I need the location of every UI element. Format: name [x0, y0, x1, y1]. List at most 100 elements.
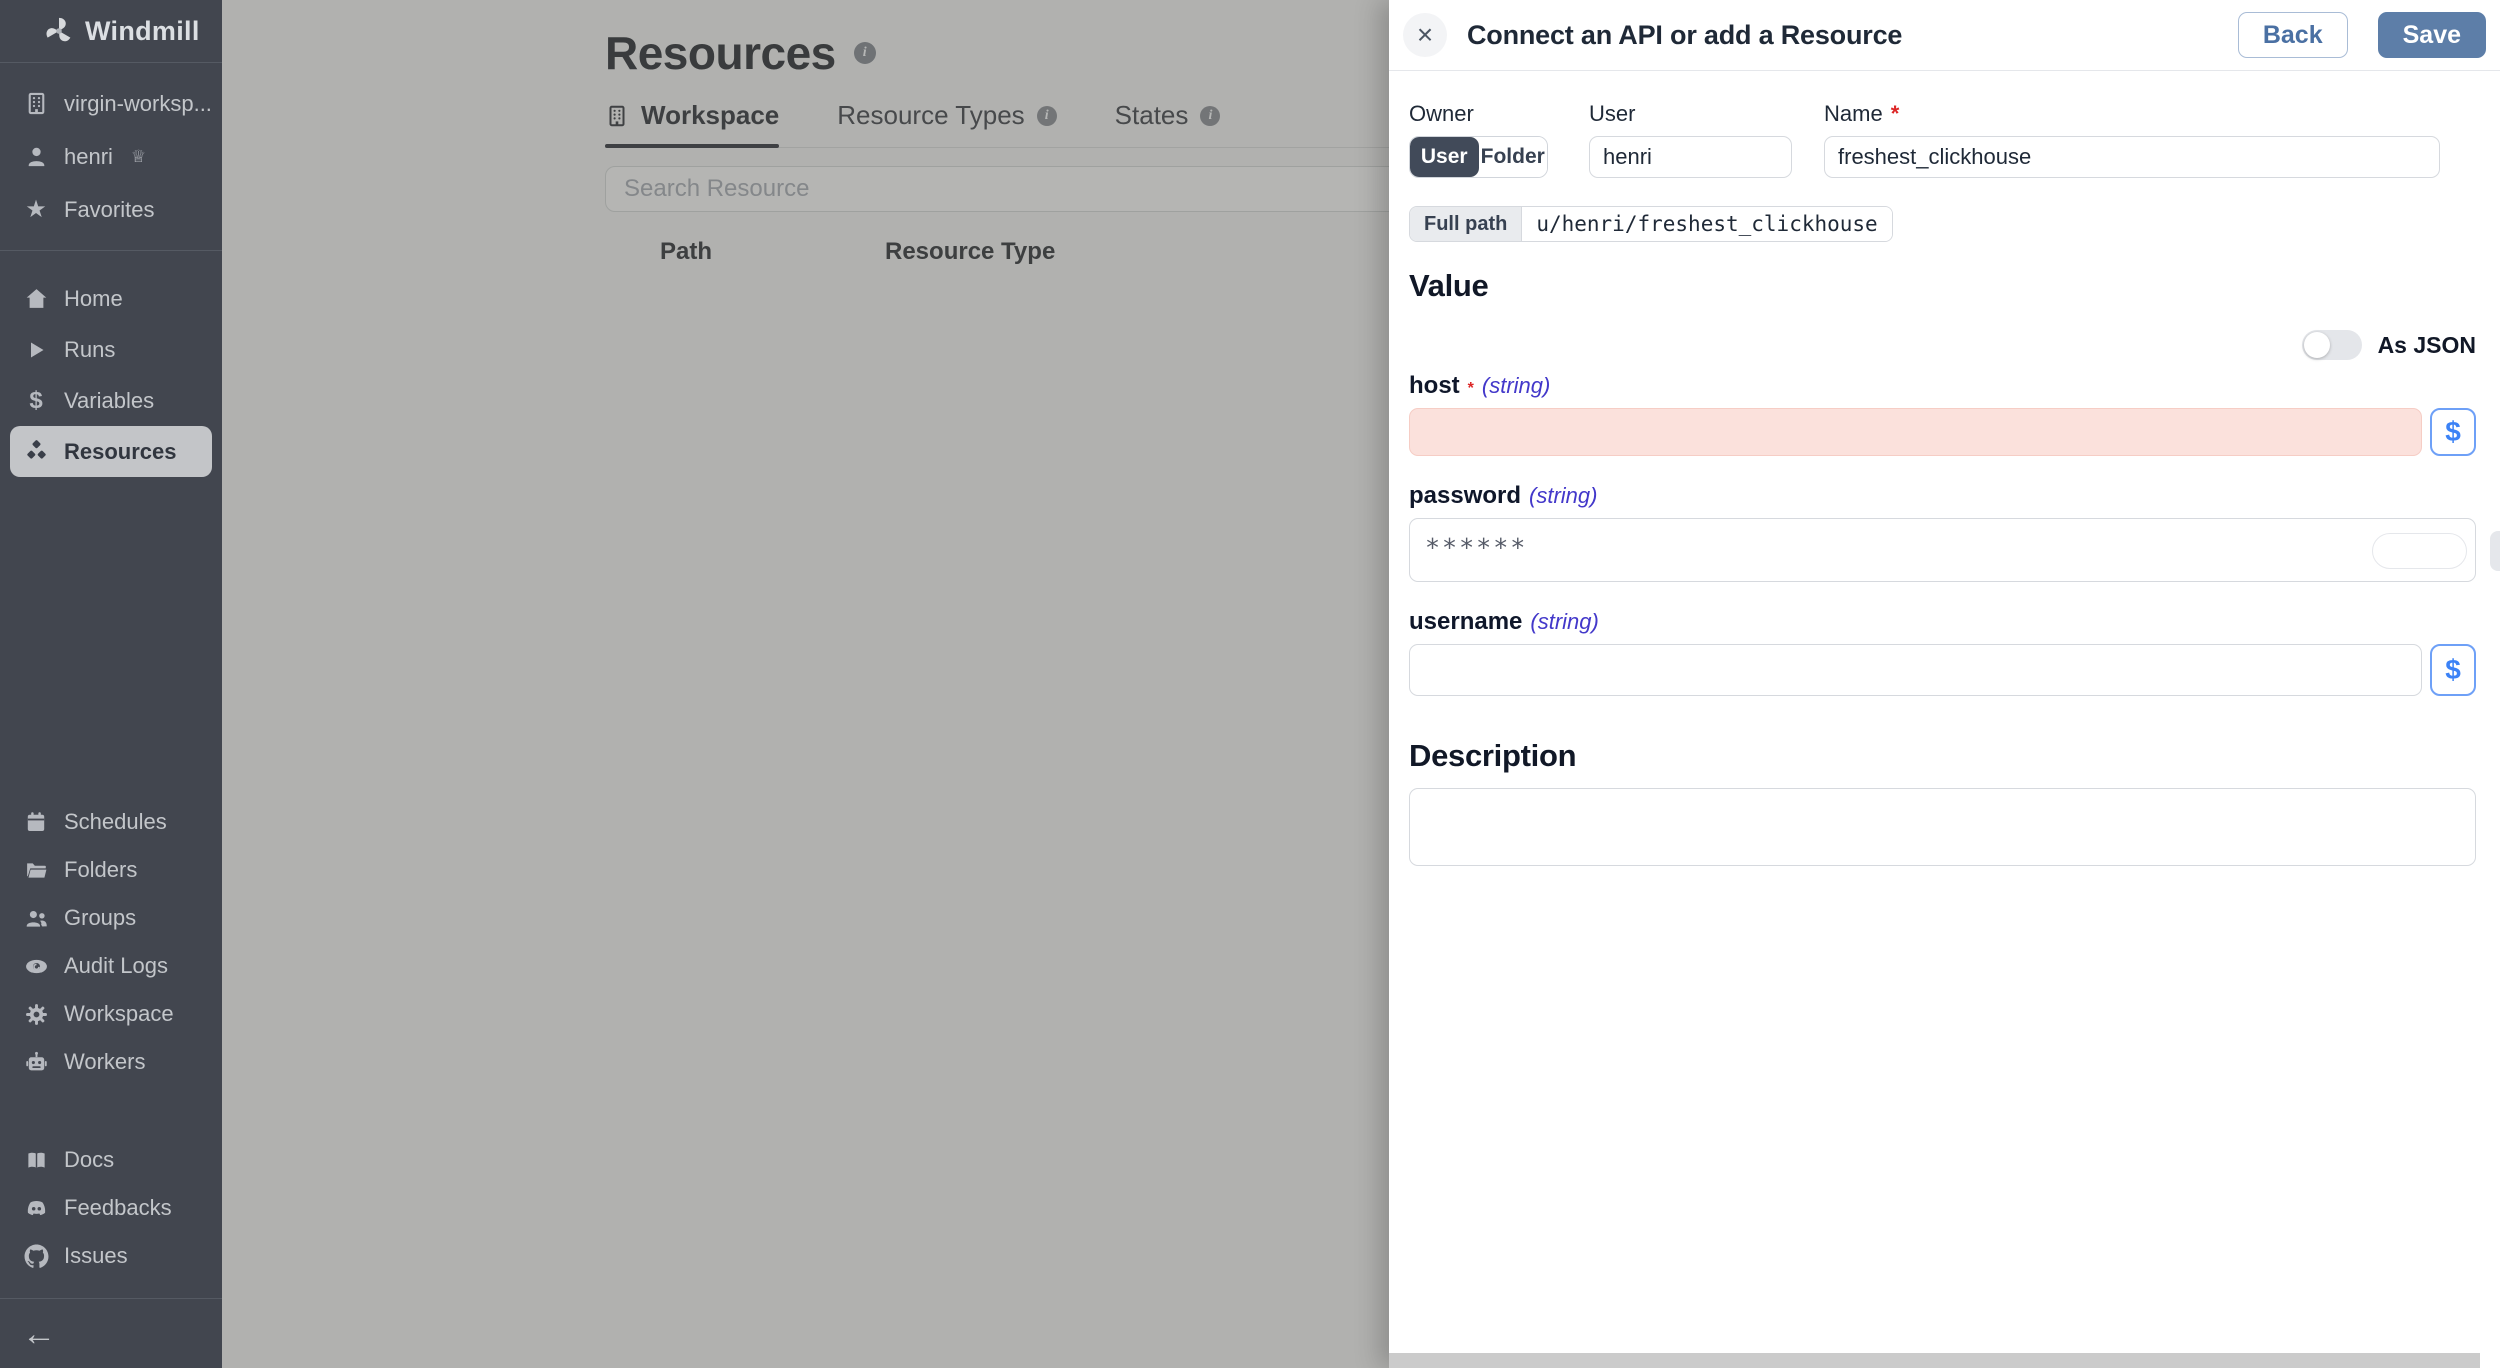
- full-path-chip: Full path: [1410, 207, 1523, 241]
- nav-label: Variables: [64, 387, 155, 413]
- full-path-value: u/henri/freshest_clickhouse: [1522, 207, 1892, 241]
- host-field-label: host: [1409, 372, 1460, 399]
- tab-states[interactable]: States i: [1115, 100, 1221, 147]
- nav-label: Workspace: [64, 1001, 174, 1026]
- sidebar-divider: [0, 250, 222, 251]
- table-header-path: Path: [660, 238, 713, 265]
- sidebar-item-groups[interactable]: Groups: [10, 894, 212, 942]
- nav-label: Home: [64, 285, 123, 311]
- owner-option-user[interactable]: User: [1410, 137, 1479, 177]
- host-field[interactable]: [1409, 408, 2422, 456]
- sidebar-item-favorites[interactable]: ★ Favorites: [10, 183, 212, 236]
- nav-label: Issues: [64, 1243, 128, 1268]
- sidebar-item-audit-logs[interactable]: Audit Logs: [10, 942, 212, 990]
- nav-label: Feedbacks: [64, 1195, 172, 1220]
- collapse-sidebar-icon[interactable]: ←: [22, 1317, 56, 1351]
- password-field[interactable]: ****** sh: [1409, 518, 2500, 582]
- github-icon: [22, 1244, 50, 1269]
- tab-label: Workspace: [641, 100, 780, 130]
- favorites-label: Favorites: [64, 196, 155, 222]
- building-icon: [22, 91, 50, 116]
- as-json-toggle[interactable]: [2301, 330, 2362, 360]
- nav-label: Workers: [64, 1049, 146, 1074]
- sidebar-item-workers[interactable]: Workers: [10, 1038, 212, 1086]
- username: henri: [64, 143, 113, 169]
- password-show-toggle[interactable]: [2372, 533, 2467, 569]
- sidebar-item-folders[interactable]: Folders: [10, 846, 212, 894]
- drawer-header: × Connect an API or add a Resource Back …: [1389, 0, 2500, 71]
- value-heading: Value: [1409, 268, 1489, 303]
- info-icon[interactable]: i: [1200, 105, 1221, 126]
- robot-icon: [22, 1050, 50, 1075]
- sidebar-item-variables[interactable]: $ Variables: [10, 375, 212, 426]
- sidebar-item-feedbacks[interactable]: Feedbacks: [10, 1184, 212, 1232]
- discord-icon: [22, 1196, 50, 1221]
- toggle-knob: [2303, 332, 2330, 358]
- info-icon[interactable]: i: [1036, 105, 1057, 126]
- save-button[interactable]: Save: [2377, 12, 2486, 58]
- user-icon: [22, 144, 50, 169]
- eye-icon: [22, 954, 50, 979]
- brand-name: Windmill: [85, 15, 200, 46]
- sidebar-collapse-row: ←: [0, 1298, 222, 1368]
- sidebar-item-schedules[interactable]: Schedules: [10, 798, 212, 846]
- username-type-hint: (string): [1530, 609, 1599, 634]
- name-field-label: Name: [1824, 101, 1883, 126]
- page-title: Resources: [605, 27, 836, 79]
- sidebar-item-issues[interactable]: Issues: [10, 1232, 212, 1280]
- nav-label: Resources: [64, 438, 177, 464]
- crown-icon: ♕: [130, 146, 147, 166]
- password-type-hint: (string): [1529, 483, 1598, 508]
- workspace-name: virgin-worksp...: [64, 90, 212, 116]
- username-field[interactable]: [1409, 644, 2422, 696]
- user-field[interactable]: [1589, 136, 1792, 178]
- gear-icon: [22, 1002, 50, 1027]
- close-icon[interactable]: ×: [1403, 13, 1447, 57]
- sidebar: Windmill virgin-worksp... henri ♕ ★ Favo…: [0, 0, 222, 1368]
- as-json-label: As JSON: [2377, 331, 2476, 358]
- host-type-hint: (string): [1481, 373, 1551, 398]
- sidebar-item-workspace-settings[interactable]: Workspace: [10, 990, 212, 1038]
- folder-open-icon: [22, 858, 50, 883]
- info-icon[interactable]: i: [853, 42, 876, 64]
- star-icon: ★: [25, 195, 47, 223]
- nav-label: Schedules: [64, 809, 167, 834]
- resource-drawer: × Connect an API or add a Resource Back …: [1389, 0, 2500, 1368]
- home-icon: [22, 286, 50, 311]
- tab-workspace[interactable]: Workspace: [605, 100, 780, 148]
- drawer-body: Owner User Folder User Name * Full path: [1389, 71, 2500, 1368]
- owner-toggle-group: User Folder: [1409, 136, 1548, 178]
- user-field-label: User: [1589, 101, 1636, 126]
- insert-variable-button[interactable]: $: [2430, 408, 2476, 456]
- name-field[interactable]: [1824, 136, 2440, 178]
- username-field-label: username: [1409, 608, 1523, 635]
- nav-label: Groups: [64, 905, 137, 930]
- calendar-icon: [22, 810, 50, 834]
- sidebar-item-home[interactable]: Home: [10, 273, 212, 324]
- required-asterisk: *: [1467, 380, 1474, 397]
- owner-option-folder[interactable]: Folder: [1478, 137, 1547, 177]
- horizontal-scrollbar[interactable]: [1389, 1353, 2480, 1368]
- nav-label: Docs: [64, 1147, 115, 1172]
- show-password-button[interactable]: sh: [2489, 531, 2500, 571]
- dollar-icon: $: [29, 386, 43, 414]
- password-field-label: password: [1409, 482, 1522, 509]
- insert-variable-button[interactable]: $: [2430, 644, 2476, 696]
- owner-label: Owner: [1409, 101, 1474, 126]
- users-group-icon: [22, 906, 50, 931]
- sidebar-item-runs[interactable]: Runs: [10, 324, 212, 375]
- tab-resource-types[interactable]: Resource Types i: [837, 100, 1057, 147]
- password-masked-value: ******: [1425, 533, 1528, 562]
- back-button[interactable]: Back: [2237, 12, 2348, 58]
- description-field[interactable]: [1409, 788, 2476, 866]
- tab-label: States: [1114, 100, 1189, 130]
- sidebar-item-resources[interactable]: Resources: [10, 426, 212, 477]
- sidebar-item-docs[interactable]: Docs: [10, 1136, 212, 1184]
- tab-label: Resource Types: [837, 100, 1025, 130]
- sidebar-item-workspace-picker[interactable]: virgin-worksp...: [10, 77, 212, 130]
- building-icon: [605, 104, 629, 128]
- brand-row[interactable]: Windmill: [0, 0, 222, 63]
- sidebar-item-user-menu[interactable]: henri ♕: [10, 130, 212, 183]
- nav-label: Folders: [64, 857, 138, 882]
